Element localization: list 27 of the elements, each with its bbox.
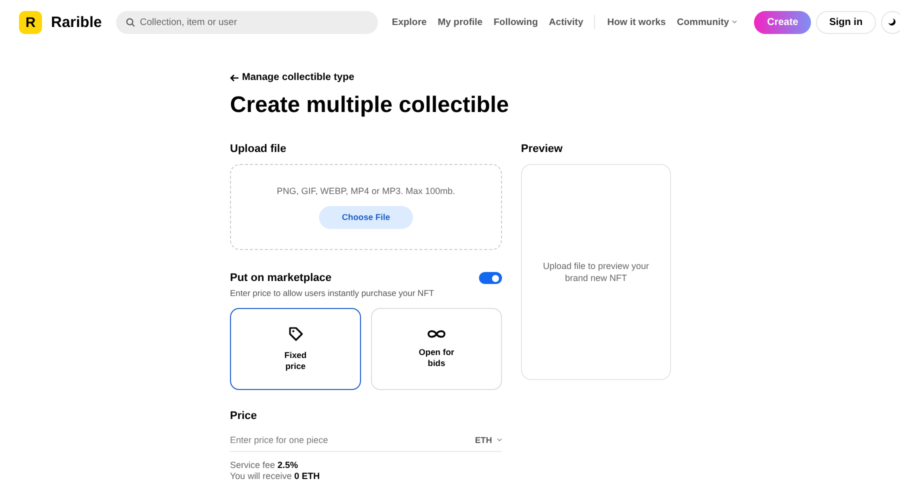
preview-message: Upload file to preview your brand new NFT	[542, 260, 650, 284]
nav-link[interactable]: How it works	[607, 16, 666, 28]
upload-hint: PNG, GIF, WEBP, MP4 or MP3. Max 100mb.	[276, 186, 456, 196]
sale-option-card[interactable]: Open for bids	[371, 308, 502, 390]
nav-link[interactable]: Following	[494, 16, 538, 28]
sign-in-button[interactable]: Sign in	[816, 10, 876, 34]
section-label: Put on marketplace	[230, 272, 332, 284]
nav-link[interactable]: My profile	[438, 16, 483, 28]
page-title: Create multiple collectible	[230, 91, 510, 119]
search-field[interactable]: Collection, item or user	[116, 10, 378, 34]
fee-line: Service fee 2.5%	[230, 460, 300, 471]
file-drop-zone[interactable]: PNG, GIF, WEBP, MP4 or MP3. Max 100mb. Choose File	[230, 164, 502, 250]
currency-dropdown[interactable]: ETH	[475, 435, 502, 446]
sale-option-card[interactable]: Fixed price	[230, 308, 361, 390]
nav-link[interactable]: Community	[676, 16, 738, 28]
section-label: Preview	[521, 143, 564, 155]
nav-link[interactable]: Explore	[392, 16, 427, 28]
section-label: Upload file	[230, 143, 288, 156]
brand-name[interactable]: Rarible	[51, 14, 102, 30]
logo-icon[interactable]: R	[19, 10, 42, 34]
section-description: Enter price to allow users instantly purchase your NFT	[230, 288, 436, 298]
fee-line: You will receive 0 ETH	[230, 470, 321, 482]
create-button[interactable]: Create	[754, 10, 812, 34]
section-label: Price	[230, 410, 258, 422]
nav-link[interactable]: Activity	[548, 16, 584, 28]
back-link[interactable]: Manage collectible type	[230, 72, 354, 83]
choose-file-button[interactable]: Choose File	[319, 206, 413, 229]
